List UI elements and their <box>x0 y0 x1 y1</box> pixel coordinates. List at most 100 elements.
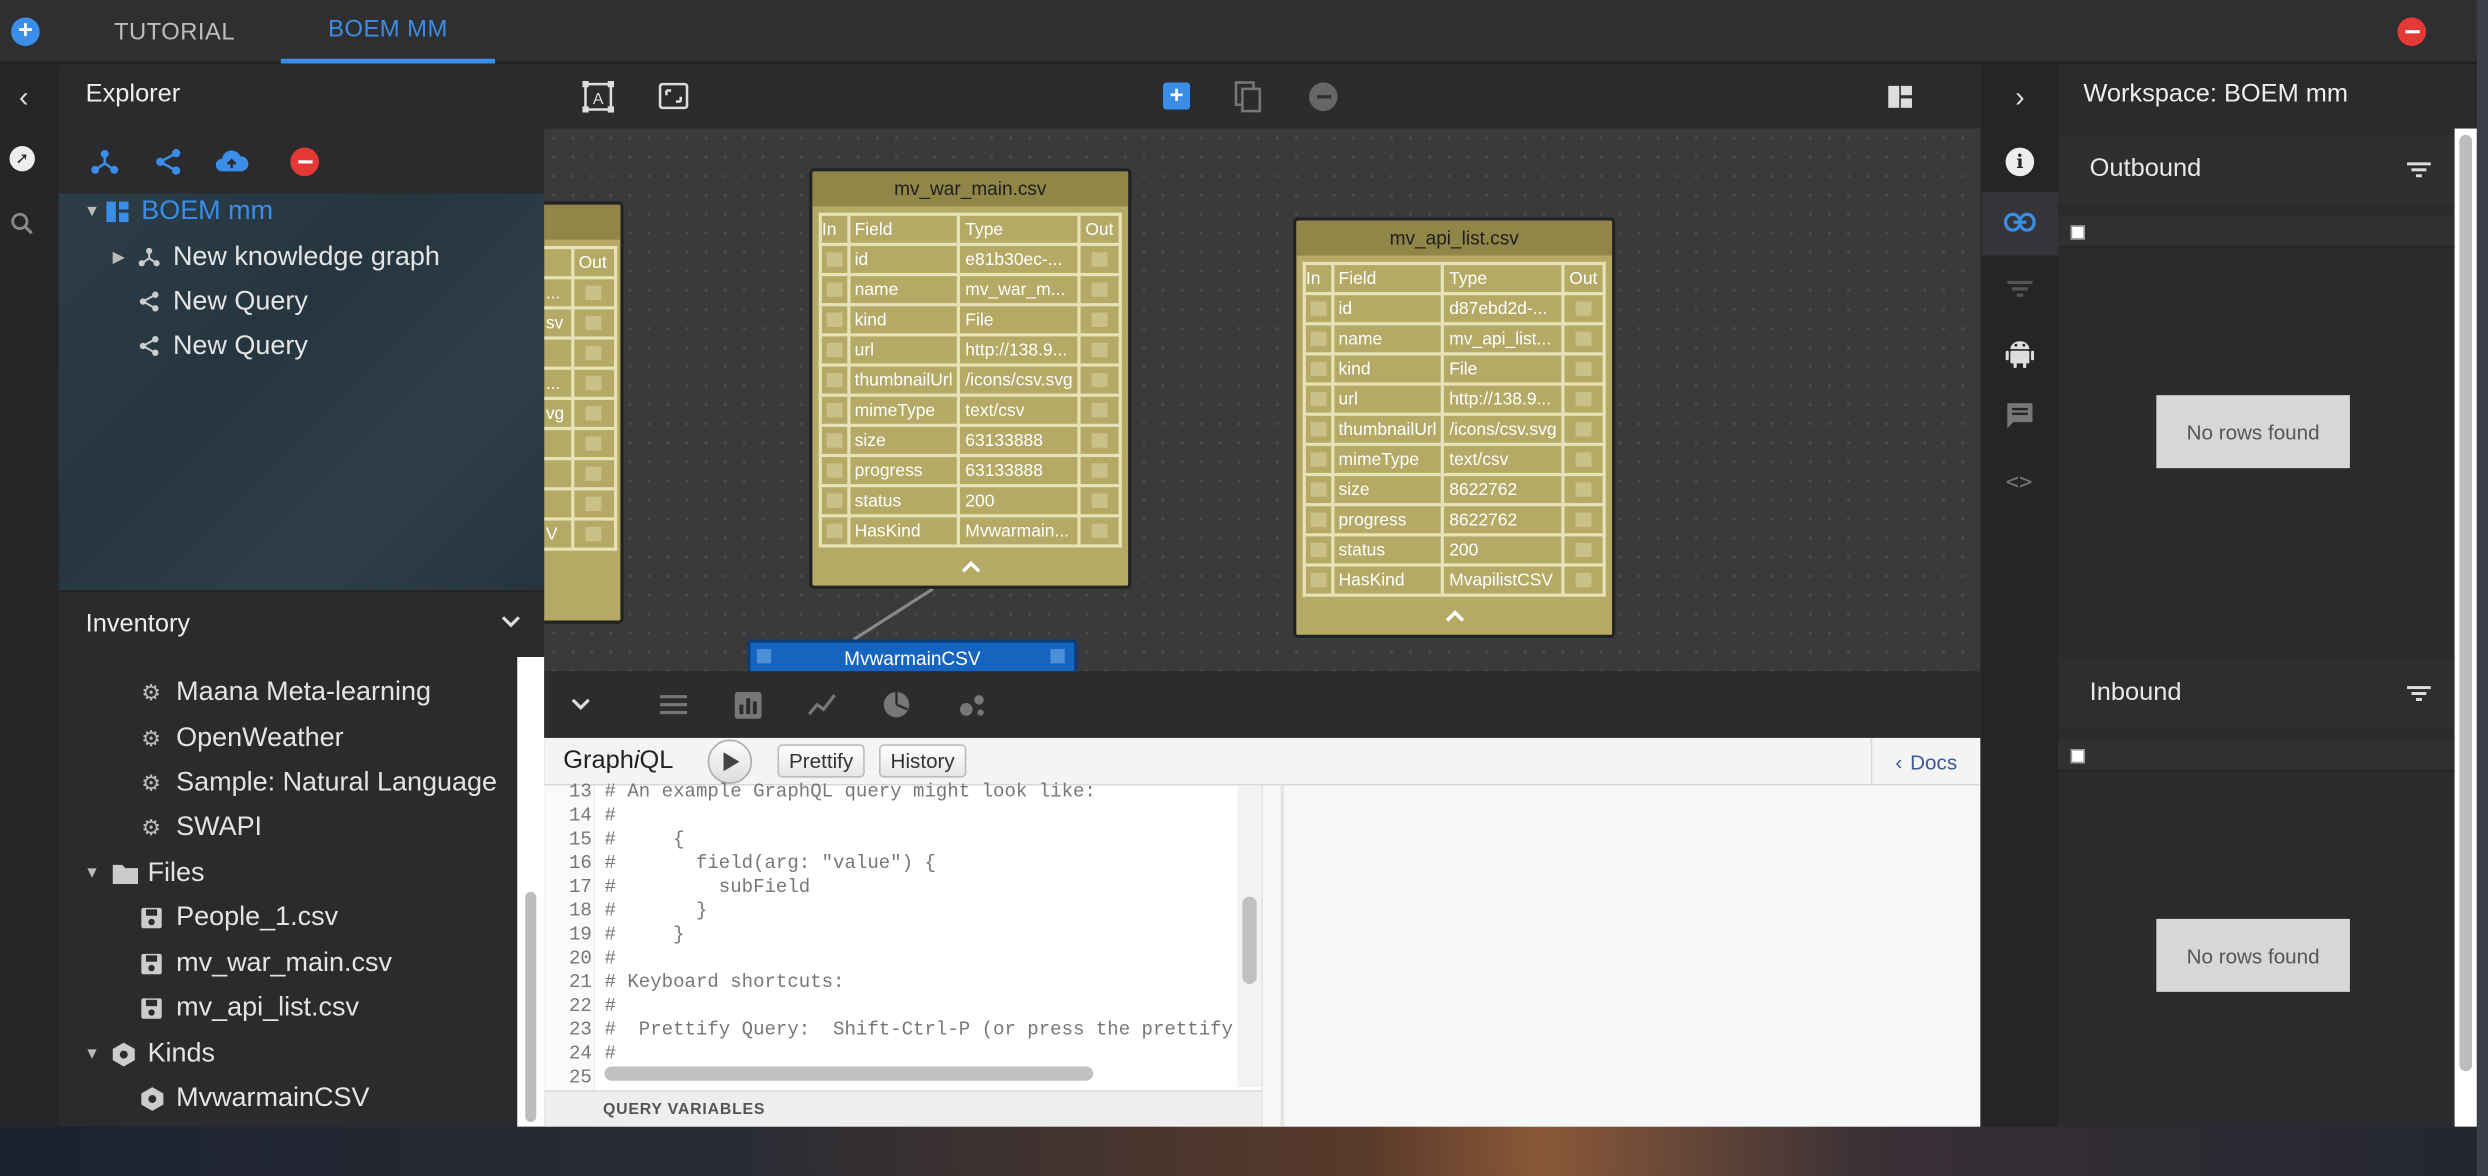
field-row[interactable]: name mv_war_m... <box>818 272 1122 307</box>
comment-icon[interactable] <box>2007 403 2033 429</box>
tree-item-label: New knowledge graph <box>172 241 440 272</box>
query-editor[interactable]: 13 # An example GraphQL query might look … <box>544 781 1262 1092</box>
tree-item-query[interactable]: New Query <box>138 324 308 368</box>
add-knowledge-graph-icon[interactable] <box>90 148 119 177</box>
partial-cell <box>544 426 574 461</box>
kind-item[interactable]: MvwarmainCSV <box>141 1076 369 1120</box>
field-row[interactable]: size 63133888 <box>818 423 1122 458</box>
compass-icon[interactable]: ➚ <box>9 146 35 172</box>
select-all-checkbox[interactable] <box>2070 749 2085 764</box>
auto-layout-icon[interactable]: A <box>582 80 615 113</box>
out-header: Out <box>1077 212 1122 246</box>
inventory-header[interactable]: Inventory <box>58 590 545 658</box>
list-view-icon[interactable] <box>660 694 688 716</box>
search-icon[interactable] <box>10 211 35 236</box>
field-row[interactable]: progress 8622762 <box>1302 503 1606 537</box>
files-folder[interactable]: ▼ Files <box>84 851 204 895</box>
explorer-toolbar <box>90 144 344 179</box>
partial-cell: ... <box>544 366 574 400</box>
editor-horizontal-scrollbar[interactable] <box>598 1063 1237 1082</box>
caret-down-icon[interactable]: ▼ <box>84 1045 113 1062</box>
select-all-checkbox[interactable] <box>2070 225 2085 240</box>
android-icon[interactable] <box>2005 336 2035 369</box>
tree-item-knowledge-graph[interactable]: ▶ New knowledge graph <box>113 235 440 279</box>
field-row[interactable]: mimeType text/csv <box>818 393 1122 427</box>
service-icon: ⚙ <box>141 678 162 704</box>
caret-right-icon[interactable]: ▶ <box>113 248 138 265</box>
fit-screen-icon[interactable] <box>658 82 689 110</box>
field-row[interactable]: HasKind MvapilistCSV <box>1302 563 1606 597</box>
workspace-title: Workspace: BOEM mm <box>2083 80 2349 108</box>
upload-cloud-icon[interactable] <box>214 148 249 177</box>
node-mv-war-main[interactable]: mv_war_main.csv In Field Type Out id e81b30e… <box>809 168 1132 589</box>
query-variables-toggle[interactable]: QUERY VARIABLES <box>544 1090 1262 1127</box>
field-row[interactable]: id e81b30ec-... <box>818 242 1122 277</box>
service-item[interactable]: ⚙ Sample: Natural Language <box>141 760 497 804</box>
filter-icon[interactable] <box>2407 160 2431 179</box>
outbound-title: Outbound <box>2089 155 2202 183</box>
collapse-node-icon[interactable] <box>1296 597 1612 635</box>
chevron-down-icon[interactable] <box>501 616 520 632</box>
field-row[interactable]: thumbnailUrl/icons/csv.svg <box>1302 412 1606 446</box>
file-item[interactable]: mv_war_main.csv <box>141 941 392 985</box>
caret-down-icon[interactable]: ▼ <box>84 864 113 881</box>
inventory-scrollbar[interactable] <box>517 657 545 1127</box>
field-row[interactable]: size 8622762 <box>1302 472 1606 507</box>
tree-item-query[interactable]: New Query <box>138 279 308 323</box>
field-row[interactable]: thumbnailUrl/icons/csv.svg <box>818 363 1122 397</box>
file-item[interactable]: People_1.csv <box>141 895 338 939</box>
run-query-button[interactable] <box>707 739 753 784</box>
info-icon[interactable]: i <box>2005 147 2035 177</box>
add-node-icon[interactable]: + <box>1163 82 1191 110</box>
field-row[interactable]: kind File <box>818 303 1122 337</box>
bar-chart-icon[interactable] <box>734 691 762 719</box>
service-item[interactable]: ⚙ SWAPI <box>141 805 262 849</box>
tree-item-workspace[interactable]: ▼ BOEM mm <box>84 189 273 233</box>
node-kind-mvwarmaincsv[interactable]: MvwarmainCSV <box>747 639 1078 672</box>
service-item[interactable]: ⚙ Maana Meta-learning <box>141 670 431 714</box>
field-row[interactable]: id d87ebd2d-... <box>1302 292 1606 326</box>
field-row[interactable]: status 200 <box>818 484 1122 518</box>
editor-vertical-scrollbar[interactable] <box>1237 785 1262 1088</box>
field-row[interactable]: url http://138.9... <box>1302 382 1606 416</box>
add-query-icon[interactable] <box>154 148 183 177</box>
filter-icon[interactable] <box>2007 279 2033 298</box>
collapse-left-icon[interactable]: ‹ <box>10 80 39 113</box>
prettify-button[interactable]: Prettify <box>777 744 865 778</box>
remove-node-icon[interactable] <box>1309 82 1338 112</box>
line-chart-icon[interactable] <box>807 692 837 717</box>
field-row[interactable]: mimeType text/csv <box>1302 442 1606 477</box>
caret-down-icon[interactable]: ▼ <box>84 202 106 219</box>
field-row[interactable]: progress 63133888 <box>818 453 1122 488</box>
field-row[interactable]: url http://138.9... <box>818 333 1122 367</box>
kinds-folder[interactable]: ▼ Kinds <box>84 1032 215 1076</box>
copy-icon[interactable] <box>1234 81 1263 113</box>
link-icon-tab[interactable] <box>1981 192 2058 256</box>
history-button[interactable]: History <box>879 744 967 778</box>
tab-tutorial[interactable]: TUTORIAL <box>95 0 254 63</box>
node-mv-api-list[interactable]: mv_api_list.csv In Field Type Out id d87ebd2… <box>1293 217 1616 638</box>
close-workspace-icon[interactable] <box>2397 17 2427 47</box>
field-row[interactable]: kind File <box>1302 352 1606 386</box>
chevron-down-icon[interactable] <box>571 698 590 711</box>
scatter-chart-icon[interactable] <box>958 692 987 717</box>
collapse-node-icon[interactable] <box>812 548 1128 586</box>
graph-canvas[interactable]: VOut ... sv ... vg V mv_war_main.csv InF… <box>544 128 1981 672</box>
filter-icon[interactable] <box>2407 684 2431 703</box>
service-item[interactable]: ⚙ OpenWeather <box>141 716 343 760</box>
pie-chart-icon[interactable] <box>882 690 911 719</box>
file-item[interactable]: mv_api_list.csv <box>141 986 359 1030</box>
delete-item-icon[interactable] <box>290 147 319 177</box>
field-row[interactable]: name mv_api_list... <box>1302 322 1606 356</box>
add-workspace-icon[interactable]: + <box>11 17 40 47</box>
workspace-scrollbar[interactable] <box>2454 128 2477 1127</box>
tab-boem-mm[interactable]: BOEM MM <box>280 0 496 64</box>
inventory-title: Inventory <box>85 610 191 638</box>
code-icon[interactable]: <> <box>2006 470 2033 495</box>
expand-right-icon[interactable]: › <box>2006 80 2035 113</box>
field-row[interactable]: status 200 <box>1302 533 1606 567</box>
docs-button[interactable]: ‹ Docs <box>1870 737 1980 786</box>
partial-node[interactable]: VOut ... sv ... vg V <box>544 201 624 624</box>
field-row[interactable]: HasKind Mvwarmain... <box>818 514 1122 548</box>
layout-panel-icon[interactable] <box>1888 85 1912 108</box>
